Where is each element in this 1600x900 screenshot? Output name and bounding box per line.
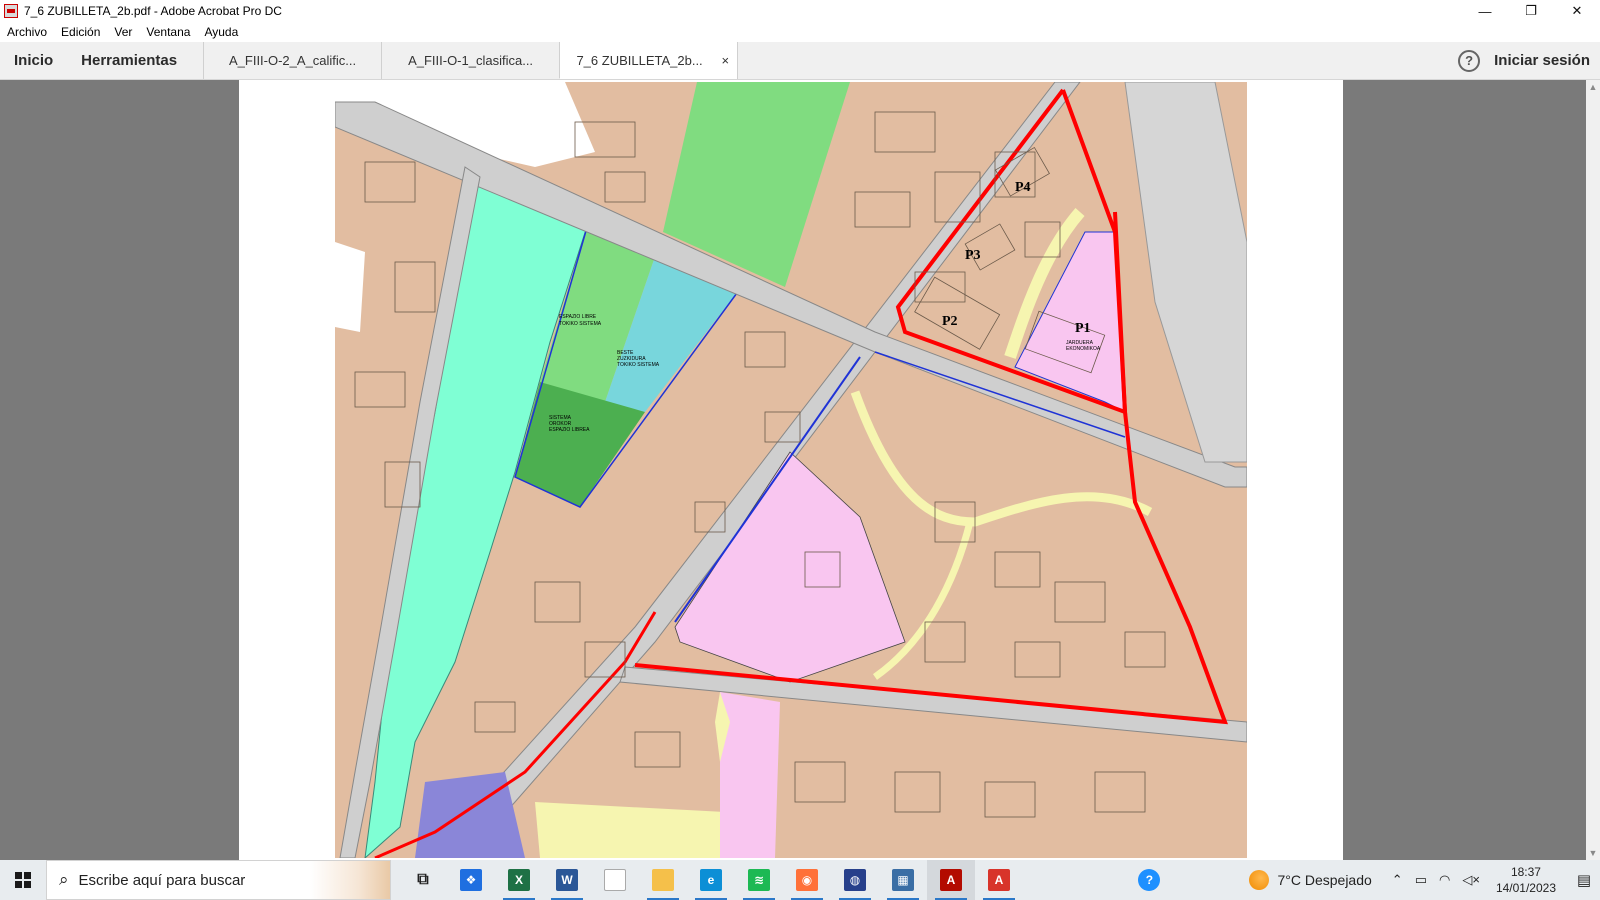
tab-label: A_FIII-O-2_A_calific... xyxy=(228,53,357,68)
search-placeholder: Escribe aquí para buscar xyxy=(78,871,246,889)
firefox-icon: ◉ xyxy=(796,869,818,891)
taskbar-app[interactable]: ≋ xyxy=(735,860,783,900)
taskbar-search-box[interactable]: ⌕ Escribe aquí para buscar xyxy=(46,860,391,900)
taskbar-app[interactable]: ◉ xyxy=(783,860,831,900)
acrobat-pro-icon: A xyxy=(940,869,962,891)
file-explorer-icon xyxy=(652,869,674,891)
taskbar-app[interactable]: A xyxy=(975,860,1023,900)
home-link[interactable]: Inicio xyxy=(0,42,67,79)
tab-label: A_FIII-O-1_clasifica... xyxy=(408,53,534,68)
document-viewport[interactable]: P4 P3 P2 P1 ESPAZIO LIBRE TOKIKO SISTEMA… xyxy=(0,80,1586,860)
globe-app-icon: ◍ xyxy=(844,869,866,891)
menu-ver[interactable]: Ver xyxy=(114,25,132,39)
clock-time: 18:37 xyxy=(1510,865,1541,879)
system-tray: ? 7°C Despejado ⌃ ▭ ◠ ◁× 18:37 14/01/202… xyxy=(1129,860,1600,900)
acrobat-reader-icon: A xyxy=(988,869,1010,891)
word-icon: W xyxy=(556,869,578,891)
weather-text[interactable]: 7°C Despejado xyxy=(1277,872,1371,888)
taskbar-app[interactable] xyxy=(591,860,639,900)
notifications-icon[interactable]: ▤ xyxy=(1568,860,1600,900)
pinned-apps: ⧉ ❖ X We ≋ ◉ ◍ ▦ A A xyxy=(399,860,1023,900)
taskbar-app[interactable]: W xyxy=(543,860,591,900)
menu-archivo[interactable]: Archivo xyxy=(7,25,47,39)
tools-link[interactable]: Herramientas xyxy=(67,42,203,79)
taskbar-app[interactable]: A xyxy=(927,860,975,900)
help-icon[interactable]: ? xyxy=(1458,49,1481,72)
title-bar: 7_6 ZUBILLETA_2b.pdf - Adobe Acrobat Pro… xyxy=(0,0,1600,22)
label-p1: P1 xyxy=(1075,321,1091,336)
label-libre-1: ESPAZIO LIBRE xyxy=(559,314,597,320)
search-highlight-image xyxy=(310,861,390,899)
weather-moon-icon[interactable] xyxy=(1249,870,1270,890)
vertical-scrollbar[interactable]: ▲ ▼ xyxy=(1586,80,1600,860)
scroll-up-icon[interactable]: ▲ xyxy=(1586,80,1600,94)
window-controls: — ❐ ✕ xyxy=(1462,0,1600,22)
tab-close-icon[interactable]: × xyxy=(721,53,729,68)
tab-zubilleta[interactable]: 7_6 ZUBILLETA_2b... × xyxy=(559,42,738,79)
label-p3: P3 xyxy=(965,248,981,263)
notepad-icon xyxy=(604,869,626,891)
menu-ayuda[interactable]: Ayuda xyxy=(204,25,238,39)
menu-edicion[interactable]: Edición xyxy=(61,25,100,39)
battery-icon[interactable]: ▭ xyxy=(1415,872,1427,888)
menu-bar: Archivo Edición Ver Ventana Ayuda xyxy=(0,22,1600,42)
label-beste-3: TOKIKO SISTEMA xyxy=(617,362,660,368)
window-title: 7_6 ZUBILLETA_2b.pdf - Adobe Acrobat Pro… xyxy=(24,4,282,18)
chevron-up-icon[interactable]: ⌃ xyxy=(1392,872,1403,888)
pdf-page: P4 P3 P2 P1 ESPAZIO LIBRE TOKIKO SISTEMA… xyxy=(239,80,1343,860)
taskbar-app[interactable] xyxy=(639,860,687,900)
map-drawing: P4 P3 P2 P1 ESPAZIO LIBRE TOKIKO SISTEMA… xyxy=(335,82,1247,858)
dropbox-icon: ❖ xyxy=(460,869,482,891)
taskbar-app[interactable]: ◍ xyxy=(831,860,879,900)
label-libre-2: TOKIKO SISTEMA xyxy=(559,321,602,327)
close-button[interactable]: ✕ xyxy=(1554,0,1600,22)
label-p2: P2 xyxy=(942,314,958,329)
spotify-icon: ≋ xyxy=(748,869,770,891)
acrobat-toolbar: Inicio Herramientas A_FIII-O-2_A_calific… xyxy=(0,42,1600,80)
taskbar-app[interactable]: ❖ xyxy=(447,860,495,900)
taskbar-app[interactable]: ▦ xyxy=(879,860,927,900)
clock[interactable]: 18:37 14/01/2023 xyxy=(1496,864,1556,896)
restore-button[interactable]: ❐ xyxy=(1508,0,1554,22)
tab-clasificacion[interactable]: A_FIII-O-1_clasifica... xyxy=(381,42,559,79)
windows-taskbar: ⌕ Escribe aquí para buscar ⧉ ❖ X We ≋ ◉ ◍ ▦ A A ?… xyxy=(0,860,1600,900)
clock-date: 14/01/2023 xyxy=(1495,881,1556,895)
task-view-icon: ⧉ xyxy=(417,871,429,888)
minimize-button[interactable]: — xyxy=(1462,0,1508,22)
excel-icon: X xyxy=(508,869,530,891)
taskbar-app[interactable]: e xyxy=(687,860,735,900)
signin-button[interactable]: Iniciar sesión xyxy=(1494,42,1600,79)
tab-label: 7_6 ZUBILLETA_2b... xyxy=(576,52,703,68)
label-sistema-3: ESPAZIO LIBREA xyxy=(549,427,590,433)
search-icon: ⌕ xyxy=(59,870,69,889)
edge-icon: e xyxy=(700,869,722,891)
toolbar-spacer xyxy=(737,42,1458,79)
windows-logo-icon xyxy=(15,872,31,888)
help-icon: ? xyxy=(1138,869,1161,891)
taskbar-app[interactable]: X xyxy=(495,860,543,900)
volume-muted-icon[interactable]: ◁× xyxy=(1462,872,1480,888)
urban-plan-map: P4 P3 P2 P1 ESPAZIO LIBRE TOKIKO SISTEMA… xyxy=(335,82,1247,858)
help-tray[interactable]: ? xyxy=(1129,860,1169,900)
label-jarduera-2: EKONOMIKOA xyxy=(1066,346,1101,352)
acrobat-pdf-icon xyxy=(4,4,18,18)
menu-ventana[interactable]: Ventana xyxy=(146,25,190,39)
scroll-down-icon[interactable]: ▼ xyxy=(1586,846,1600,860)
calculator-icon: ▦ xyxy=(892,869,914,891)
pink-zone-south xyxy=(720,692,780,858)
tab-calificacion[interactable]: A_FIII-O-2_A_calific... xyxy=(203,42,381,79)
start-button[interactable] xyxy=(0,860,46,900)
wifi-icon[interactable]: ◠ xyxy=(1439,872,1450,888)
unbuilt-area-left xyxy=(335,242,365,332)
label-p4: P4 xyxy=(1015,180,1031,195)
taskbar-app[interactable]: ⧉ xyxy=(399,860,447,900)
